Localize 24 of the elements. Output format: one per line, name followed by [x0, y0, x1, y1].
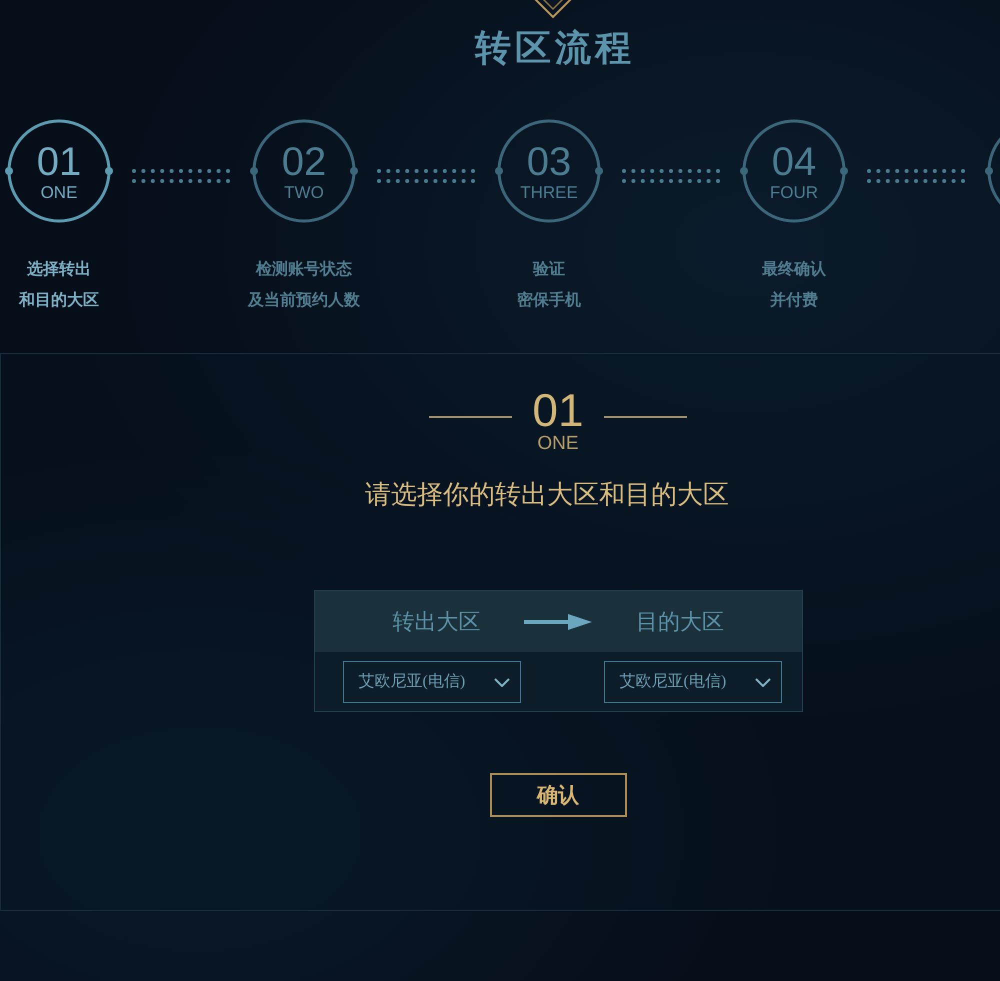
current-step-number: 01	[532, 387, 584, 433]
step-label: 最终确认 并付费	[762, 258, 826, 311]
current-step-caption: ONE	[537, 433, 579, 455]
step-instruction: 请选择你的转出大区和目的大区	[365, 479, 729, 511]
step-number: 04	[772, 142, 816, 182]
from-region-label: 转出大区	[391, 608, 482, 636]
region-select[interactable]: 艾欧尼亚(电信)	[342, 661, 520, 703]
step-caption: THREE	[520, 183, 578, 203]
step-label: 检测账号状态 及当前预约人数	[248, 258, 360, 311]
step-label: 选择转出 和目的大区	[19, 258, 99, 311]
arrow-right-icon	[524, 614, 592, 630]
step-caption: ONE	[40, 183, 78, 203]
step-number: 02	[282, 142, 326, 182]
step-caption: TWO	[284, 183, 324, 203]
region-select[interactable]: 艾欧尼亚(电信)	[604, 661, 782, 703]
to-region-label: 目的大区	[634, 608, 725, 636]
step-caption: FOUR	[770, 183, 818, 203]
chevron-down-icon	[754, 678, 770, 686]
page-title: 转区流程	[474, 27, 635, 70]
step-number: 01	[36, 142, 82, 182]
step-number: 03	[526, 142, 572, 182]
confirm-button[interactable]: 确认	[490, 773, 626, 817]
step-label: 验证 密保手机	[517, 258, 581, 311]
chevron-down-icon	[494, 678, 510, 686]
